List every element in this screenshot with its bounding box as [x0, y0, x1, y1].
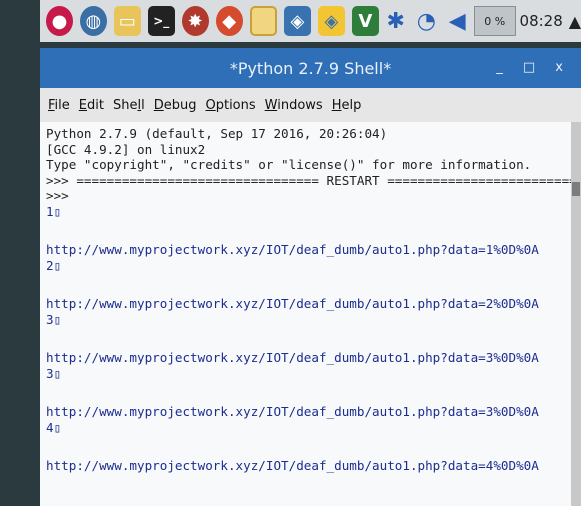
output-value: 3▯: [46, 311, 62, 327]
output-url: http://www.myprojectwork.xyz/IOT/deaf_du…: [46, 404, 539, 419]
menu-item[interactable]: Edit: [79, 98, 104, 113]
burst-icon[interactable]: ✸: [181, 6, 209, 36]
notes-icon[interactable]: [249, 6, 277, 36]
menu-item[interactable]: Options: [205, 98, 255, 113]
menu-item[interactable]: Windows: [265, 98, 323, 113]
taskbar: ● ◍ ▭ >_ ✸ ◆ ◈ ◈ V ✱ ◔ ◀ 0 % 08:28 ▲: [40, 0, 581, 42]
menu-bar: File Edit Shell Debug Options Windows Help: [40, 88, 581, 123]
wolf-icon[interactable]: ◆: [215, 6, 243, 36]
clock[interactable]: 08:28: [520, 12, 563, 30]
menu-item[interactable]: Debug: [154, 98, 197, 113]
cpu-monitor: 0 %: [474, 6, 516, 36]
banner-line: [GCC 4.9.2] on linux2: [46, 141, 206, 157]
banner-line: Type "copyright", "credits" or "license(…: [46, 157, 532, 172]
scroll-thumb[interactable]: [572, 182, 580, 196]
folder-icon[interactable]: ▭: [113, 6, 141, 36]
raspberry-menu-icon[interactable]: ●: [46, 6, 73, 36]
output-value: 2▯: [46, 257, 62, 273]
output-url: http://www.myprojectwork.xyz/IOT/deaf_du…: [46, 296, 539, 311]
output-url: http://www.myprojectwork.xyz/IOT/deaf_du…: [46, 242, 539, 257]
output-url: http://www.myprojectwork.xyz/IOT/deaf_du…: [46, 350, 539, 365]
menu-item[interactable]: Shell: [113, 98, 145, 113]
window-controls[interactable]: _ □ x: [496, 60, 571, 75]
python-icon[interactable]: ◈: [317, 6, 345, 36]
prompt: >>>: [46, 188, 69, 203]
title-bar[interactable]: *Python 2.7.9 Shell* _ □ x: [40, 48, 581, 88]
scrollbar[interactable]: [571, 122, 581, 506]
output-value: 4▯: [46, 419, 62, 435]
globe-icon[interactable]: ◍: [79, 6, 107, 36]
menu-item[interactable]: File: [48, 98, 70, 113]
menu-item[interactable]: Help: [332, 98, 362, 113]
window-title: *Python 2.7.9 Shell*: [229, 58, 392, 78]
python-shell-window: *Python 2.7.9 Shell* _ □ x File Edit Shell…: [40, 48, 581, 506]
output-value: 1▯: [46, 203, 62, 219]
terminal-icon[interactable]: >_: [147, 6, 175, 36]
shell-output[interactable]: Python 2.7.9 (default, Sep 17 2016, 20:2…: [40, 122, 571, 506]
banner-line: Python 2.7.9 (default, Sep 17 2016, 20:2…: [46, 126, 388, 141]
python-icon[interactable]: ◈: [283, 6, 311, 36]
vnc-icon[interactable]: V: [351, 6, 379, 36]
wifi-icon[interactable]: ◔: [417, 6, 437, 36]
volume-icon[interactable]: ◀: [447, 6, 467, 36]
output-value: 3▯: [46, 365, 62, 381]
eject-icon[interactable]: ▲: [569, 12, 581, 31]
output-url: http://www.myprojectwork.xyz/IOT/deaf_du…: [46, 458, 539, 473]
restart-line: >>> ================================ RES…: [46, 172, 571, 188]
bluetooth-icon[interactable]: ✱: [386, 6, 406, 36]
